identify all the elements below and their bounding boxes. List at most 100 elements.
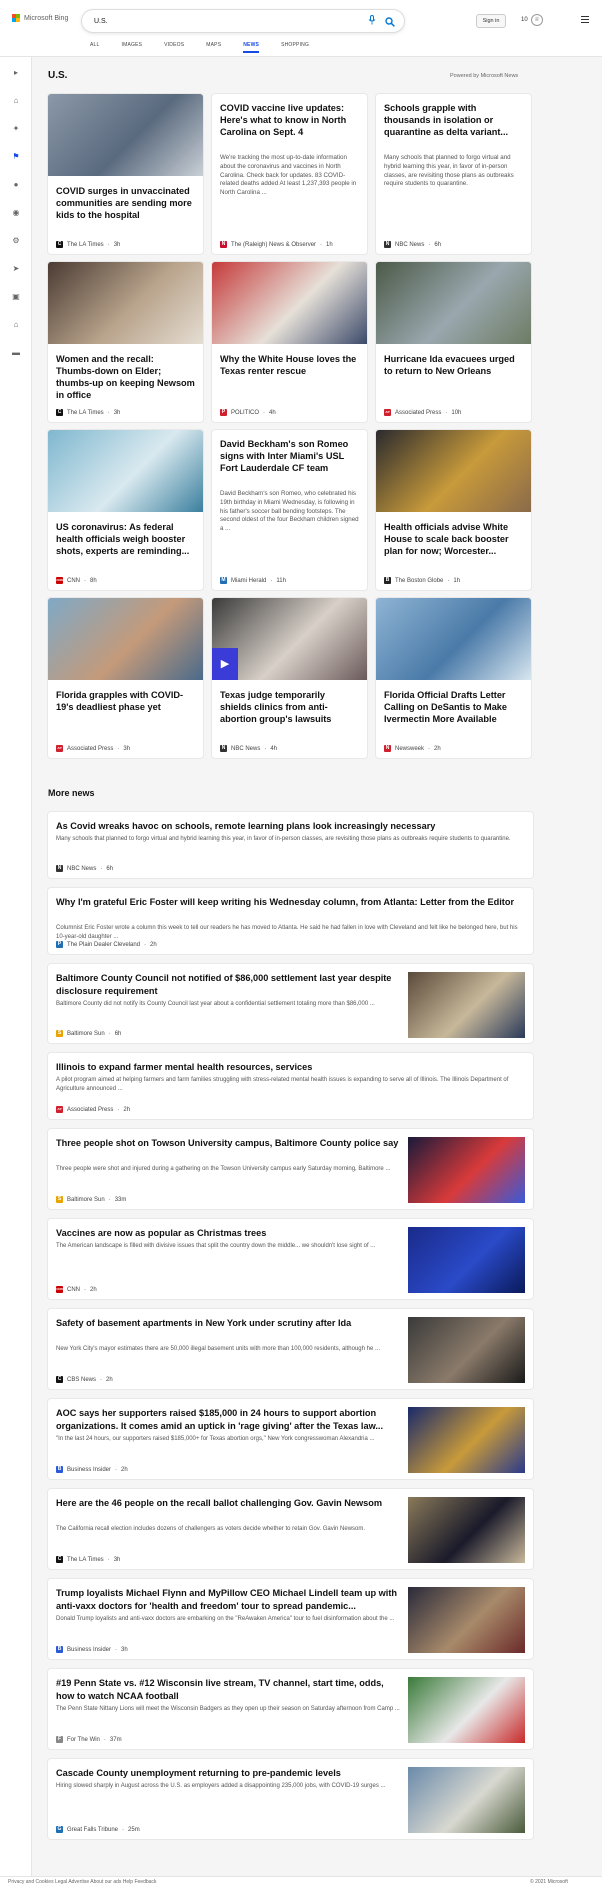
news-card-title[interactable]: David Beckham's son Romeo signs with Int… — [220, 438, 359, 474]
more-news-thumbnail[interactable] — [408, 1317, 525, 1383]
news-card-image[interactable] — [212, 262, 367, 344]
news-card-image[interactable] — [48, 262, 203, 344]
news-card-title[interactable]: COVID vaccine live updates: Here's what … — [220, 102, 359, 138]
more-news-item[interactable]: Safety of basement apartments in New Yor… — [48, 1309, 533, 1389]
bing-logo[interactable]: Microsoft Bing — [12, 14, 68, 22]
hamburger-menu-icon[interactable] — [581, 16, 589, 23]
money-icon[interactable]: ▬ — [11, 347, 21, 357]
discover-icon[interactable]: ✦ — [11, 123, 21, 133]
news-card-image[interactable] — [48, 94, 203, 176]
news-card-title[interactable]: Hurricane Ida evacuees urged to return t… — [384, 353, 523, 377]
news-card[interactable]: COVID surges in unvaccinated communities… — [48, 94, 203, 254]
tab-news[interactable]: NEWS — [243, 42, 259, 53]
news-card-title[interactable]: Women and the recall: Thumbs-down on Eld… — [56, 353, 195, 401]
news-card-title[interactable]: Health officials advise White House to s… — [384, 521, 523, 557]
more-news-title[interactable]: As Covid wreaks havoc on schools, remote… — [56, 820, 521, 833]
more-news-item[interactable]: Three people shot on Towson University c… — [48, 1129, 533, 1209]
tab-maps[interactable]: MAPS — [206, 42, 221, 48]
more-news-item[interactable]: Why I'm grateful Eric Foster will keep w… — [48, 888, 533, 954]
more-news-item[interactable]: AOC says her supporters raised $185,000 … — [48, 1399, 533, 1479]
more-news-title[interactable]: Three people shot on Towson University c… — [56, 1137, 401, 1150]
news-card[interactable]: ▶ Texas judge temporarily shields clinics… — [212, 598, 367, 758]
rewards-count[interactable]: 10 — [521, 17, 528, 23]
news-card-title[interactable]: Why the White House loves the Texas rent… — [220, 353, 359, 377]
news-card-title[interactable]: Texas judge temporarily shields clinics … — [220, 689, 359, 725]
news-card[interactable]: Hurricane Ida evacuees urged to return t… — [376, 262, 531, 422]
more-news-title[interactable]: #19 Penn State vs. #12 Wisconsin live st… — [56, 1677, 401, 1703]
footer-links[interactable]: Privacy and Cookies Legal Advertise Abou… — [8, 1879, 156, 1885]
more-news-title[interactable]: Illinois to expand farmer mental health … — [56, 1061, 521, 1074]
microphone-icon[interactable] — [368, 15, 376, 25]
news-card-image[interactable] — [376, 262, 531, 344]
tab-images[interactable]: IMAGES — [122, 42, 143, 48]
more-news-title[interactable]: Baltimore County Council not notified of… — [56, 972, 401, 998]
news-card-title[interactable]: Florida grapples with COVID-19's deadlie… — [56, 689, 195, 713]
more-news-thumbnail[interactable] — [408, 1497, 525, 1563]
more-news-thumbnail[interactable] — [408, 1587, 525, 1653]
news-card-title[interactable]: COVID surges in unvaccinated communities… — [56, 185, 195, 221]
tab-all[interactable]: ALL — [90, 42, 100, 48]
news-card[interactable]: Why the White House loves the Texas rent… — [212, 262, 367, 422]
more-news-item[interactable]: Cascade County unemployment returning to… — [48, 1759, 533, 1839]
science-icon[interactable]: ➤ — [11, 263, 21, 273]
entertainment-icon[interactable]: ▣ — [11, 291, 21, 301]
more-news-thumbnail[interactable] — [408, 1227, 525, 1293]
tab-shopping[interactable]: SHOPPING — [281, 42, 309, 48]
news-card-title[interactable]: Schools grapple with thousands in isolat… — [384, 102, 523, 138]
news-card-image[interactable] — [376, 598, 531, 680]
more-news-thumbnail[interactable] — [408, 1407, 525, 1473]
news-card-title[interactable]: US coronavirus: As federal health offici… — [56, 521, 195, 557]
news-card-source: C The LA Times · 3h — [56, 409, 120, 416]
more-news-thumbnail[interactable] — [408, 1767, 525, 1833]
more-news-thumbnail[interactable] — [408, 1137, 525, 1203]
more-news-title[interactable]: Trump loyalists Michael Flynn and MyPill… — [56, 1587, 401, 1613]
news-card[interactable]: Schools grapple with thousands in isolat… — [376, 94, 531, 254]
more-news-title[interactable]: Cascade County unemployment returning to… — [56, 1767, 401, 1780]
more-news-item[interactable]: As Covid wreaks havoc on schools, remote… — [48, 812, 533, 878]
sign-in-button[interactable]: Sign in — [476, 14, 506, 28]
politics-icon[interactable]: ⌂ — [11, 319, 21, 329]
search-icon[interactable] — [385, 14, 395, 27]
more-news-title[interactable]: Safety of basement apartments in New Yor… — [56, 1317, 401, 1330]
publisher-name: Associated Press — [67, 1106, 114, 1113]
news-card[interactable]: COVID vaccine live updates: Here's what … — [212, 94, 367, 254]
publisher-name: NBC News — [231, 745, 261, 752]
news-card-title[interactable]: Florida Official Drafts Letter Calling o… — [384, 689, 523, 725]
expand-icon[interactable]: ▸ — [11, 67, 21, 77]
header-divider — [0, 56, 602, 57]
news-card[interactable]: Florida grapples with COVID-19's deadlie… — [48, 598, 203, 758]
publisher-name: NBC News — [67, 865, 97, 872]
news-card[interactable]: Florida Official Drafts Letter Calling o… — [376, 598, 531, 758]
more-news-snippet: New York City's mayor estimates there ar… — [56, 1346, 380, 1352]
news-card[interactable]: US coronavirus: As federal health offici… — [48, 430, 203, 590]
news-card[interactable]: Women and the recall: Thumbs-down on Eld… — [48, 262, 203, 422]
publisher-logo-icon: N — [384, 241, 391, 248]
news-card-image[interactable] — [48, 598, 203, 680]
home-icon[interactable]: ⌂ — [11, 95, 21, 105]
news-card[interactable]: David Beckham's son Romeo signs with Int… — [212, 430, 367, 590]
search-input[interactable] — [94, 15, 354, 27]
rewards-trophy-icon[interactable]: ♕ — [531, 14, 543, 26]
play-video-icon[interactable]: ▶ — [212, 648, 238, 680]
more-news-item[interactable]: Baltimore County Council not notified of… — [48, 964, 533, 1043]
more-news-item[interactable]: Illinois to expand farmer mental health … — [48, 1053, 533, 1119]
tech-icon[interactable]: ⚙ — [11, 235, 21, 245]
tab-videos[interactable]: VIDEOS — [164, 42, 184, 48]
more-news-title[interactable]: Vaccines are now as popular as Christmas… — [56, 1227, 401, 1240]
more-news-item[interactable]: Trump loyalists Michael Flynn and MyPill… — [48, 1579, 533, 1659]
more-news-item[interactable]: Vaccines are now as popular as Christmas… — [48, 1219, 533, 1299]
news-card[interactable]: Health officials advise White House to s… — [376, 430, 531, 590]
flag-icon[interactable]: ⚑ — [11, 151, 21, 161]
location-icon[interactable]: ● — [11, 179, 21, 189]
more-news-item[interactable]: Here are the 46 people on the recall bal… — [48, 1489, 533, 1569]
more-news-title[interactable]: Here are the 46 people on the recall bal… — [56, 1497, 401, 1510]
more-news-thumbnail[interactable] — [408, 1677, 525, 1743]
more-news-title[interactable]: AOC says her supporters raised $185,000 … — [56, 1407, 401, 1433]
globe-icon[interactable]: ◉ — [11, 207, 21, 217]
more-news-title[interactable]: Why I'm grateful Eric Foster will keep w… — [56, 896, 521, 909]
news-card-image[interactable] — [48, 430, 203, 512]
news-card-image[interactable] — [376, 430, 531, 512]
more-news-thumbnail[interactable] — [408, 972, 525, 1038]
more-news-item[interactable]: #19 Penn State vs. #12 Wisconsin live st… — [48, 1669, 533, 1749]
publisher-logo-icon: CNN — [56, 1286, 63, 1293]
